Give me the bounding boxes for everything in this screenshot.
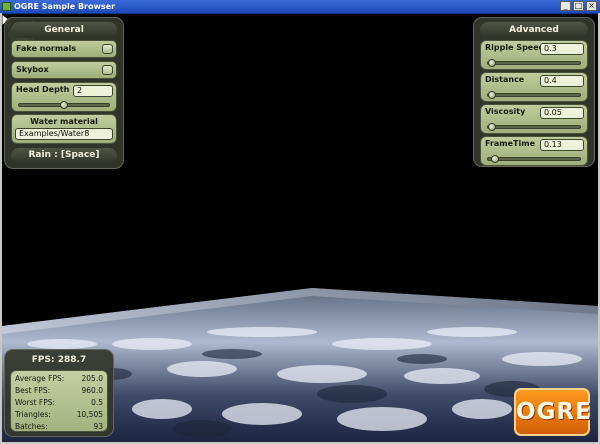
distance-label: Distance <box>485 75 525 84</box>
head-depth-thumb[interactable] <box>60 101 68 109</box>
advanced-tray-title: Advanced <box>480 22 588 38</box>
viscosity-label: Viscosity <box>485 107 526 116</box>
frametime-label: FrameTime <box>485 139 536 148</box>
stat-key: Best FPS: <box>15 386 51 395</box>
stat-row-average-fps: Average FPS: 205.0 <box>15 373 103 384</box>
stat-key: Batches: <box>15 422 48 431</box>
ripple-speed-label: Ripple Speed <box>485 43 545 52</box>
stat-row-worst-fps: Worst FPS: 0.5 <box>15 397 103 408</box>
viscosity-track[interactable] <box>487 123 581 131</box>
rain-label: Rain : [Space] <box>11 148 117 164</box>
frametime-value: 0.13 <box>540 139 584 151</box>
fps-title: FPS: 288.7 <box>31 355 87 365</box>
close-button[interactable]: × <box>586 1 597 11</box>
fake-normals-checkbox[interactable]: Fake normals <box>11 40 117 58</box>
viscosity-slider[interactable]: Viscosity 0.05 <box>480 104 588 134</box>
distance-value: 0.4 <box>540 75 584 87</box>
maximize-button[interactable]: □ <box>573 1 584 11</box>
stat-row-batches: Batches: 93 <box>15 421 103 432</box>
stat-key: Triangles: <box>15 410 51 419</box>
viscosity-thumb[interactable] <box>488 123 496 131</box>
skybox-label: Skybox <box>16 65 49 74</box>
ogre-app-icon <box>2 2 11 11</box>
advanced-tray: Advanced Ripple Speed 0.3 Distance 0.4 V… <box>473 17 595 167</box>
frametime-track[interactable] <box>487 155 581 163</box>
fake-normals-label: Fake normals <box>16 44 77 53</box>
water-material-label: Water material <box>30 117 98 126</box>
head-depth-slider[interactable]: Head Depth 2 <box>11 82 117 112</box>
frametime-thumb[interactable] <box>491 155 500 163</box>
distance-track[interactable] <box>487 91 581 99</box>
water-material-value[interactable]: Examples/Water8 <box>15 128 113 140</box>
skybox-checkbox-box[interactable] <box>102 65 113 75</box>
general-tray-title: General <box>11 22 117 38</box>
ripple-speed-value: 0.3 <box>540 43 584 55</box>
stat-value: 0.5 <box>91 398 103 407</box>
water-material-menu[interactable]: Water material Examples/Water8 <box>11 114 117 144</box>
stat-row-triangles: Triangles: 10,505 <box>15 409 103 420</box>
stat-value: 10,505 <box>76 410 103 419</box>
ripple-speed-thumb[interactable] <box>488 59 496 67</box>
distance-thumb[interactable] <box>488 91 496 99</box>
skybox-checkbox[interactable]: Skybox <box>11 61 117 79</box>
stat-value: 93 <box>93 422 103 431</box>
viscosity-value: 0.05 <box>540 107 584 119</box>
stats-details: Average FPS: 205.0 Best FPS: 960.0 Worst… <box>10 370 108 432</box>
head-depth-label: Head Depth <box>16 85 70 94</box>
window-title: OGRE Sample Browser <box>14 2 116 11</box>
stat-value: 960.0 <box>81 386 103 395</box>
head-depth-value: 2 <box>73 85 113 97</box>
head-depth-track[interactable] <box>18 101 110 109</box>
frametime-slider[interactable]: FrameTime 0.13 <box>480 136 588 166</box>
ripple-speed-slider[interactable]: Ripple Speed 0.3 <box>480 40 588 70</box>
distance-slider[interactable]: Distance 0.4 <box>480 72 588 102</box>
ogre-logo: OGRE <box>514 388 591 436</box>
stat-row-best-fps: Best FPS: 960.0 <box>15 385 103 396</box>
stat-key: Average FPS: <box>15 374 65 383</box>
stat-value: 205.0 <box>81 374 103 383</box>
minimize-button[interactable]: _ <box>560 1 571 11</box>
stat-key: Worst FPS: <box>15 398 56 407</box>
fake-normals-checkbox-box[interactable] <box>102 44 113 54</box>
stats-tray: FPS: 288.7 Average FPS: 205.0 Best FPS: … <box>4 349 114 437</box>
general-tray: General Fake normals Skybox Head Depth 2… <box>4 17 124 169</box>
ripple-speed-track[interactable] <box>487 59 581 67</box>
window-titlebar[interactable]: OGRE Sample Browser _ □ × <box>0 0 600 14</box>
